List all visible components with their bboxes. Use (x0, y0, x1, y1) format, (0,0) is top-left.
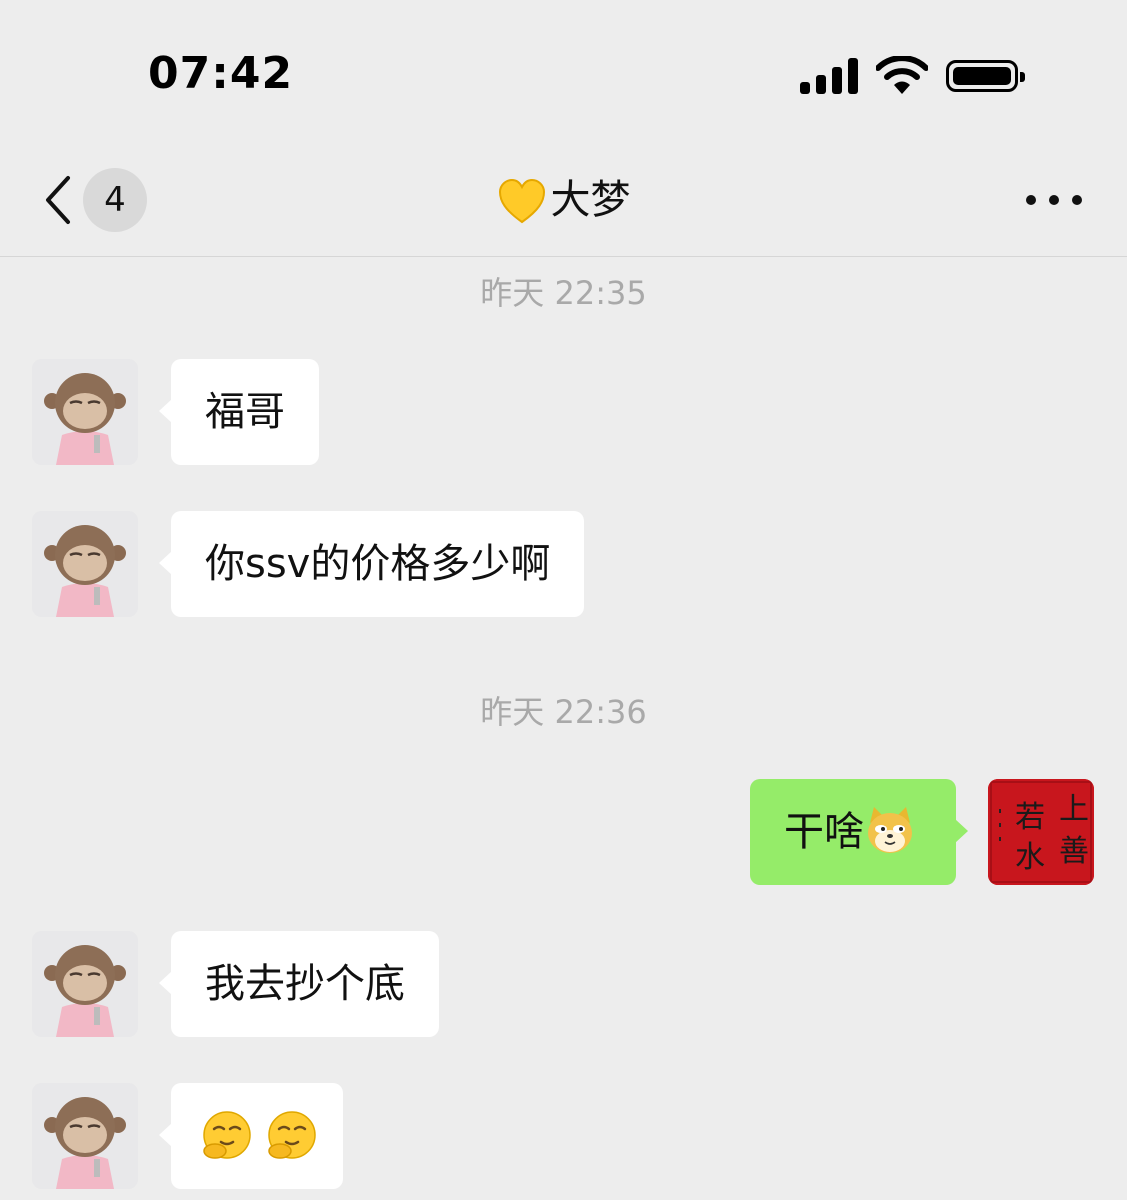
avatar[interactable] (32, 359, 138, 465)
chat-header: 4 大梦 (0, 150, 1127, 257)
avatar[interactable] (32, 931, 138, 1037)
status-bar: 07:42 (0, 0, 1127, 150)
svg-text:善: 善 (1059, 834, 1089, 869)
monkey-avatar-icon (32, 1083, 138, 1189)
message-timestamp: 昨天 22:35 (480, 274, 647, 312)
status-time: 07:42 (148, 48, 294, 99)
battery-icon (946, 60, 1025, 92)
svg-text:上: 上 (1059, 792, 1089, 827)
calligraphy-avatar-icon: 上 善 若 水 (988, 779, 1094, 885)
svg-text:水: 水 (1015, 840, 1045, 875)
message-bubble[interactable]: 我去抄个底 (159, 931, 439, 1037)
chat-title: 大梦 (0, 172, 1127, 228)
monkey-avatar-icon (32, 931, 138, 1037)
message-timestamp: 昨天 22:36 (480, 693, 647, 731)
doge-emoji (868, 807, 912, 853)
message-bubble-outgoing[interactable]: 干啥 (750, 779, 968, 885)
smirk-emoji (267, 1111, 316, 1159)
self-avatar[interactable]: 上 善 若 水 (988, 779, 1094, 885)
message-text: 干啥 (784, 809, 864, 855)
avatar[interactable] (32, 1083, 138, 1189)
message-bubble[interactable]: 福哥 (159, 359, 319, 465)
avatar[interactable] (32, 511, 138, 617)
more-dots-icon[interactable] (1026, 188, 1082, 212)
monkey-avatar-icon (32, 359, 138, 465)
svg-text:若: 若 (1015, 800, 1045, 835)
chat-title-text: 大梦 (550, 177, 631, 223)
monkey-avatar-icon (32, 511, 138, 617)
message-bubble[interactable]: 你ssv的价格多少啊 (158, 511, 585, 617)
yellow-heart-icon (498, 178, 545, 224)
cellular-signal-icon (800, 58, 858, 94)
wifi-icon (876, 56, 928, 94)
smirk-emoji (203, 1111, 251, 1159)
message-bubble-emoji[interactable] (159, 1083, 343, 1189)
